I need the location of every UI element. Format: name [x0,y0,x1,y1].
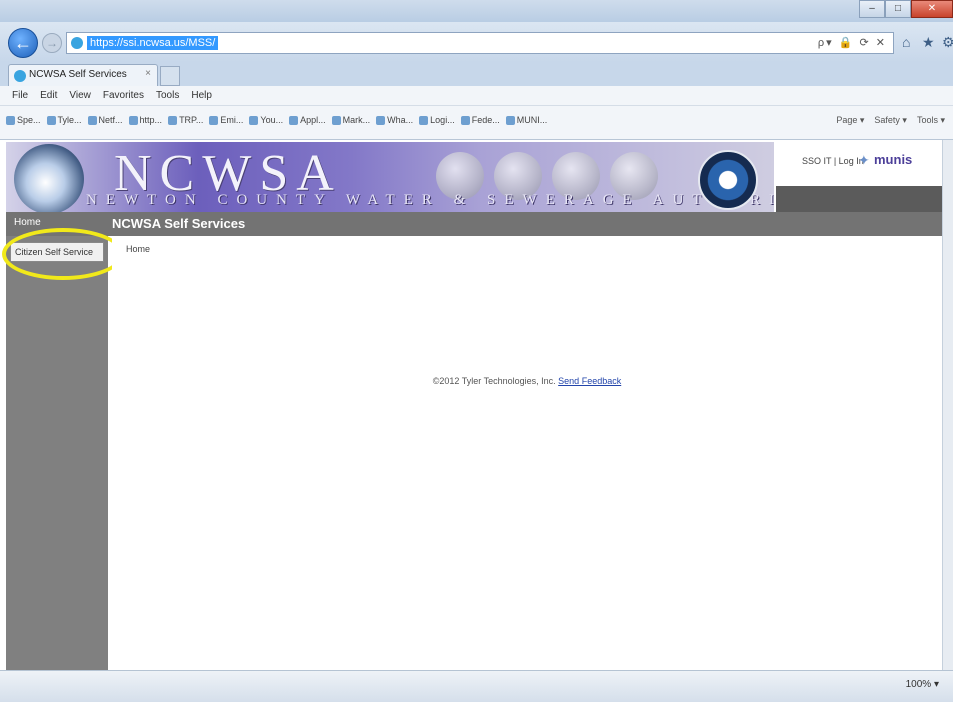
maximize-button[interactable]: □ [885,0,911,18]
window-controls: – □ ✕ [859,0,953,20]
forward-button[interactable]: → [42,33,62,53]
menu-bar: File Edit View Favorites Tools Help [0,86,953,106]
menu-edit[interactable]: Edit [40,90,57,101]
address-tools[interactable]: ρ▾ 🔒 ⟳ ✕ [818,36,887,49]
page-footer: ©2012 Tyler Technologies, Inc. Send Feed… [112,376,942,386]
user-bar: SSO IT | Log In ✦ munis [778,148,942,178]
favorite-link[interactable]: TRP... [168,115,203,125]
favorite-icon [87,115,97,125]
menu-favorites[interactable]: Favorites [103,90,144,101]
favorite-link[interactable]: You... [249,115,283,125]
favorite-link[interactable]: Logi... [419,115,455,125]
back-button[interactable]: ← [8,28,38,58]
tab-title: NCWSA Self Services [29,69,127,80]
water-drop-logo [14,144,84,212]
favorite-link[interactable]: http... [128,115,162,125]
copyright-text: ©2012 Tyler Technologies, Inc. [432,376,556,386]
favorite-link[interactable]: Netf... [87,115,123,125]
address-row: ← → https://ssi.ncwsa.us/MSS/ ρ▾ 🔒 ⟳ ✕ ⌂… [0,22,953,62]
site-favicon-icon [71,37,83,49]
address-bar[interactable]: https://ssi.ncwsa.us/MSS/ ρ▾ 🔒 ⟳ ✕ [66,32,894,54]
login-link[interactable]: SSO IT | Log In [802,156,864,166]
close-window-button[interactable]: ✕ [911,0,953,18]
new-tab-button[interactable] [160,66,180,86]
favorites-star-icon[interactable]: ★ [922,34,935,50]
home-link[interactable]: Home [14,217,41,228]
back-arrow-icon: ← [14,33,32,53]
menu-help[interactable]: Help [191,90,212,101]
favorite-icon [460,115,470,125]
favorite-link[interactable]: MUNI... [505,115,547,125]
favorite-icon [505,115,515,125]
close-tab-icon[interactable]: × [145,68,151,79]
favorites-bar: Spe... Tyle... Netf... http... TRP... Em… [0,106,953,140]
favorite-icon [331,115,341,125]
favorite-icon [209,115,219,125]
favorite-link[interactable]: Fede... [460,115,500,125]
authority-seal-logo [698,150,758,210]
tab-favicon-icon [14,70,26,82]
munis-logo: munis [874,152,913,167]
tab-row: NCWSA Self Services × [0,62,953,86]
favorite-icon [128,115,138,125]
citizen-self-service-button[interactable]: Citizen Self Service [10,242,104,262]
home-icon[interactable]: ⌂ [902,34,914,50]
favorite-icon [289,115,299,125]
command-bar: Page ▾ Safety ▾ Tools ▾ [836,115,945,126]
menu-file[interactable]: File [12,90,28,101]
banner-subtitle: NEWTON COUNTY WATER & SEWERAGE AUTHORITY [86,192,774,208]
favorite-icon [46,115,56,125]
main-content: Home ©2012 Tyler Technologies, Inc. Send… [112,236,942,670]
vertical-scrollbar[interactable] [942,140,953,670]
favorite-icon [376,115,386,125]
sidebar: Citizen Self Service [6,236,108,670]
favorite-link[interactable]: Emi... [209,115,243,125]
banner-strip [776,186,942,212]
breadcrumb: Home [126,244,151,254]
favorite-icon [6,115,15,125]
minimize-button[interactable]: – [859,0,885,18]
menu-view[interactable]: View [69,90,91,101]
tools-menu[interactable]: Tools ▾ [917,115,945,126]
ncwsa-banner: NCWSA NEWTON COUNTY WATER & SEWERAGE AUT… [6,142,774,212]
page-menu[interactable]: Page ▾ [836,115,864,126]
favorite-link[interactable]: Tyle... [46,115,82,125]
favorite-link[interactable]: Wha... [376,115,413,125]
gear-icon[interactable]: ⚙ [942,34,953,50]
section-title: NCWSA Self Services [112,216,246,231]
web-page: NCWSA NEWTON COUNTY WATER & SEWERAGE AUT… [0,140,953,670]
header-bar: Home NCWSA Self Services [6,212,942,236]
zoom-level[interactable]: 100% ▾ [906,679,939,690]
favorite-link[interactable]: Mark... [331,115,370,125]
status-bar: 100% ▾ [0,670,953,702]
browser-tab[interactable]: NCWSA Self Services × [8,64,158,86]
url-text[interactable]: https://ssi.ncwsa.us/MSS/ [87,36,219,50]
favorite-link[interactable]: Appl... [289,115,326,125]
favorite-icon [419,115,429,125]
favorite-icon [249,115,259,125]
send-feedback-link[interactable]: Send Feedback [558,376,621,386]
browser-icons: ⌂ ★ ⚙ [902,34,953,50]
favorite-link[interactable]: Spe... [6,115,41,125]
menu-tools[interactable]: Tools [156,90,179,101]
favorite-icon [168,115,178,125]
munis-star-icon: ✦ [858,152,870,168]
safety-menu[interactable]: Safety ▾ [874,115,907,126]
window-title-bar: – □ ✕ [0,0,953,22]
forward-arrow-icon: → [46,36,58,50]
